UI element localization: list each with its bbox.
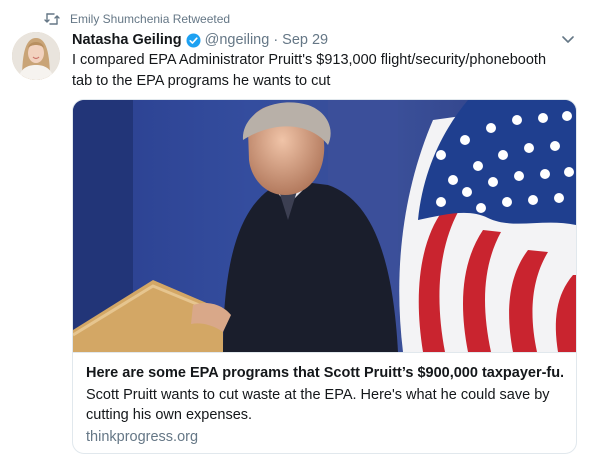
- card-domain: thinkprogress.org: [86, 429, 199, 445]
- tweet-text-line: I compared EPA Administrator Pruitt's $9…: [72, 52, 547, 68]
- card-description: Scott Pruitt wants to cut waste at the E…: [86, 387, 550, 423]
- tweet-header: Natasha Geiling @ngeiling · Sep 29: [72, 30, 328, 50]
- tweet-timestamp[interactable]: Sep 29: [282, 32, 328, 48]
- card-title[interactable]: Here are some EPA programs that Scott Pr…: [86, 363, 563, 383]
- tweet-text-line: tab to the EPA programs he wants to cut: [72, 73, 331, 89]
- chevron-down-icon[interactable]: [560, 32, 576, 48]
- avatar[interactable]: [12, 32, 60, 80]
- link-card[interactable]: Here are some EPA programs that Scott Pr…: [72, 99, 577, 454]
- header-separator: ·: [273, 32, 279, 48]
- card-body[interactable]: Here are some EPA programs that Scott Pr…: [73, 352, 576, 453]
- verified-badge-icon: [186, 33, 201, 48]
- tweet[interactable]: Emily Shumchenia Retweeted Natasha Geili…: [0, 0, 591, 463]
- author-handle[interactable]: @ngeiling: [205, 32, 270, 48]
- tweet-text: I compared EPA Administrator Pruitt's $9…: [72, 50, 552, 92]
- retweet-label[interactable]: Emily Shumchenia Retweeted: [70, 12, 230, 26]
- retweet-context: Emily Shumchenia Retweeted: [44, 10, 230, 28]
- card-image[interactable]: [73, 100, 576, 352]
- author-name[interactable]: Natasha Geiling: [72, 32, 182, 48]
- retweet-icon: [44, 12, 60, 26]
